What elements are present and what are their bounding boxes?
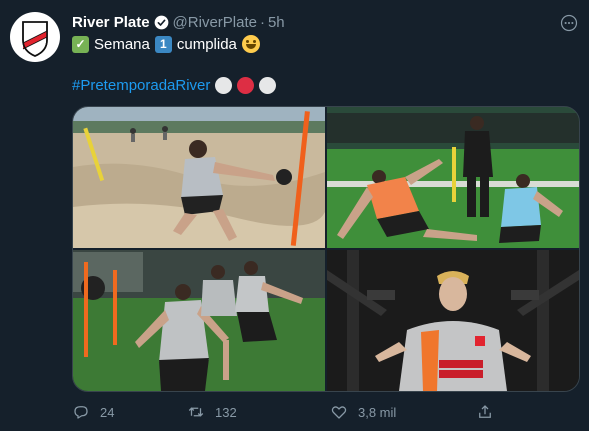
photo-gym-machine[interactable] <box>327 250 579 391</box>
check-mark-icon: ✓ <box>72 35 89 53</box>
share-icon <box>479 405 491 418</box>
retweet-button[interactable]: 132 <box>187 401 237 423</box>
red-circle-icon <box>237 76 255 94</box>
reply-icon <box>74 406 88 419</box>
tweet-text-completed: cumplida <box>176 35 237 53</box>
white-circle-icon <box>259 76 277 94</box>
tweet-header: River Plate @RiverPlate · 5h <box>72 12 285 32</box>
author-name[interactable]: River Plate <box>72 14 150 31</box>
author-handle[interactable]: @RiverPlate <box>173 14 257 31</box>
retweet-icon <box>188 407 204 417</box>
photo-field-drill[interactable] <box>327 107 579 248</box>
heart-icon <box>331 406 347 419</box>
tweet-actions: 24 132 3,8 mil <box>72 401 578 423</box>
media-grid <box>72 106 580 392</box>
like-button[interactable]: 3,8 mil <box>330 401 396 423</box>
more-horizontal-icon <box>560 14 578 32</box>
river-plate-crest-icon <box>22 21 48 57</box>
smiling-face-icon <box>241 35 260 53</box>
photo-cone-drill[interactable] <box>73 250 325 391</box>
header-separator: · <box>259 13 265 31</box>
tweet-text-week: Semana <box>94 35 150 53</box>
tweet-timestamp[interactable]: 5h <box>268 14 285 31</box>
keycap-number-one: 1 <box>154 35 172 53</box>
verified-badge-icon <box>154 15 169 30</box>
tweet[interactable]: River Plate @RiverPlate · 5h ✓ Semana 1 … <box>0 0 589 431</box>
retweet-count: 132 <box>215 404 237 420</box>
more-options-button[interactable] <box>560 14 578 32</box>
share-button[interactable] <box>476 401 494 423</box>
river-plate-avatar[interactable] <box>10 12 60 62</box>
tweet-text-line-1: ✓ Semana 1 cumplida <box>72 33 260 55</box>
like-count: 3,8 mil <box>358 404 397 420</box>
white-circle-icon <box>215 76 233 94</box>
photo-beach-training[interactable] <box>73 107 325 248</box>
hashtag-link[interactable]: #PretemporadaRiver <box>72 77 210 94</box>
tweet-text-line-2: #PretemporadaRiver <box>72 74 277 96</box>
reply-button[interactable]: 24 <box>72 401 114 423</box>
reply-count: 24 <box>100 404 115 420</box>
